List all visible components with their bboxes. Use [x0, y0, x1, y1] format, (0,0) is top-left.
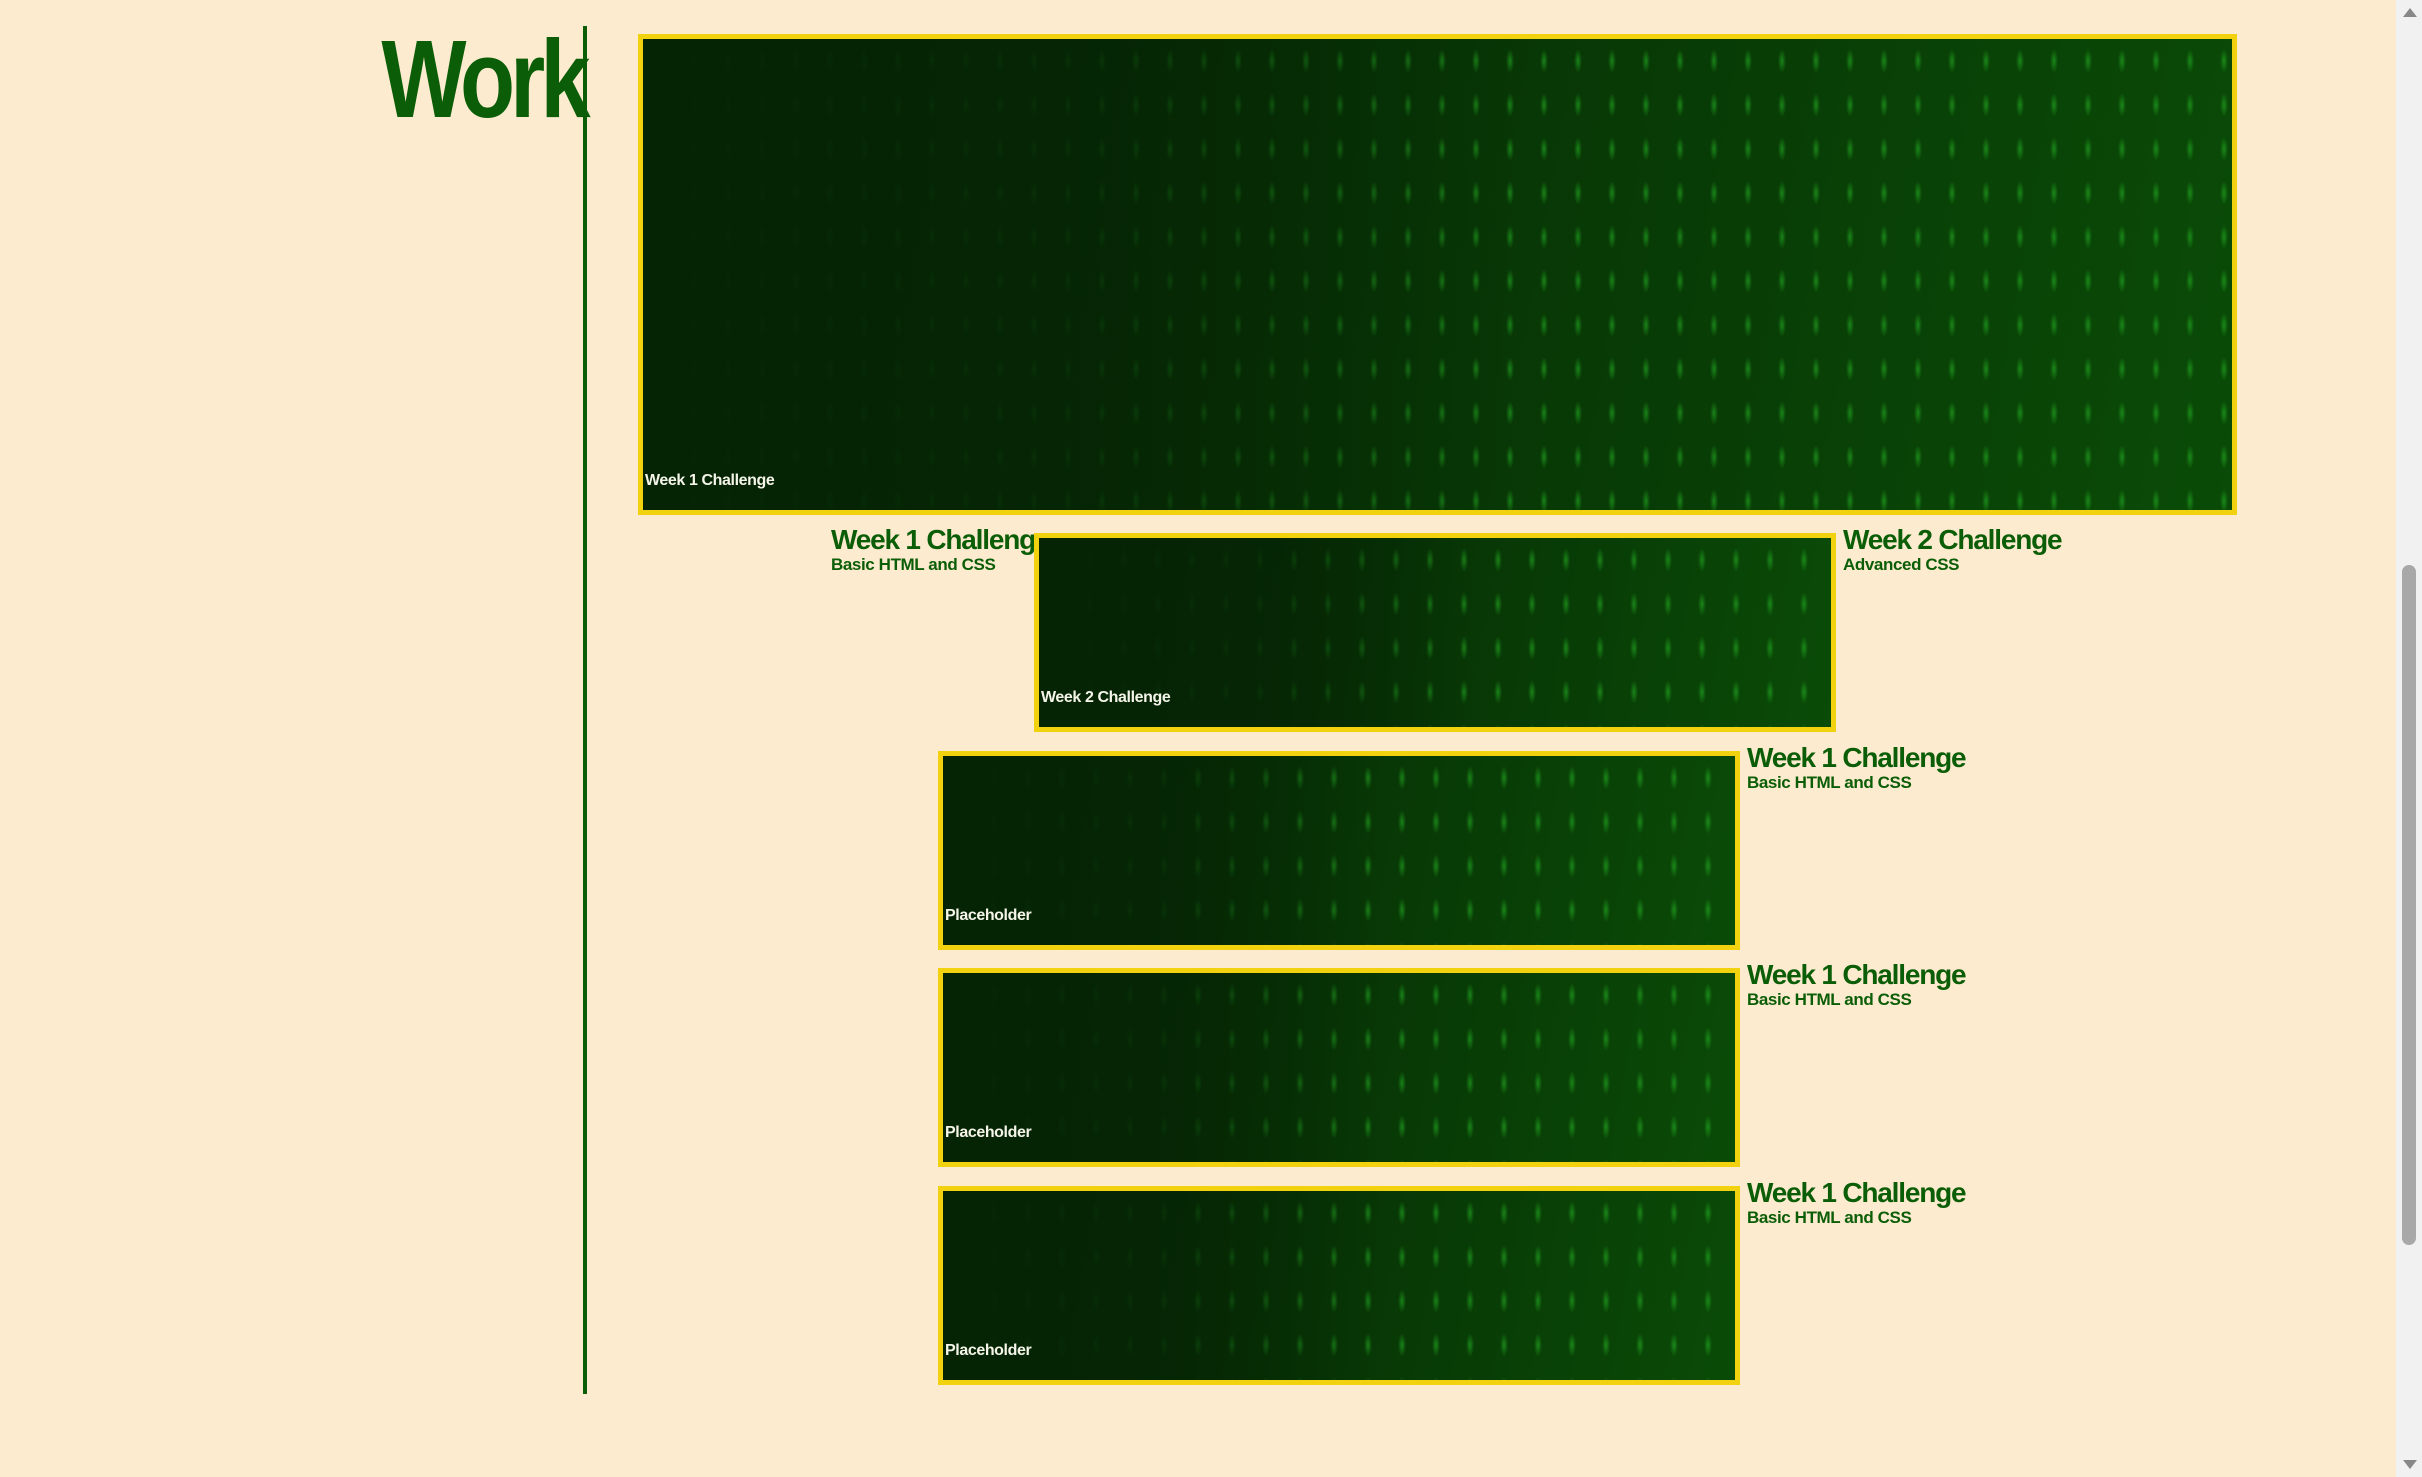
project-info-left: Week 1 Challenge Basic HTML and CSS [831, 524, 1051, 575]
card-caption: Week 1 Challenge [645, 472, 775, 489]
work-section: Work Week 1 Challenge Week 1 Challenge B… [0, 0, 2396, 1477]
card-caption: Placeholder [945, 1342, 1032, 1359]
scroll-up-arrow-icon[interactable] [2403, 8, 2417, 17]
project-card[interactable]: Placeholder [938, 968, 1740, 1167]
vertical-scrollbar[interactable] [2396, 0, 2422, 1477]
section-divider [583, 26, 587, 1394]
section-title: Work [381, 18, 590, 141]
card-caption: Placeholder [945, 907, 1032, 924]
project-card[interactable]: Placeholder [938, 751, 1740, 950]
scrollbar-thumb[interactable] [2402, 565, 2416, 1245]
project-info: Week 1 Challenge Basic HTML and CSS [1747, 742, 1967, 793]
project-title: Week 1 Challenge [1747, 1177, 1967, 1208]
project-info: Week 1 Challenge Basic HTML and CSS [1747, 959, 1967, 1010]
card-image [643, 39, 1517, 510]
project-subtitle: Advanced CSS [1843, 555, 1960, 574]
card-caption: Placeholder [945, 1124, 1032, 1141]
card-caption: Week 2 Challenge [1041, 689, 1171, 706]
project-info-right: Week 2 Challenge Advanced CSS [1843, 524, 2063, 575]
project-card[interactable]: Week 2 Challenge [1034, 533, 1836, 732]
project-subtitle: Basic HTML and CSS [1747, 990, 1912, 1009]
project-title: Week 1 Challenge [1747, 742, 1967, 773]
project-subtitle: Basic HTML and CSS [831, 555, 996, 574]
project-subtitle: Basic HTML and CSS [1747, 773, 1912, 792]
project-subtitle: Basic HTML and CSS [1747, 1208, 1912, 1227]
project-title: Week 1 Challenge [1747, 959, 1967, 990]
featured-project-card[interactable]: Week 1 Challenge [638, 34, 2237, 515]
project-title: Week 2 Challenge [1843, 524, 2063, 555]
project-info: Week 1 Challenge Basic HTML and CSS [1747, 1177, 1967, 1228]
project-card[interactable]: Placeholder [938, 1186, 1740, 1385]
project-title: Week 1 Challenge [831, 524, 1051, 555]
scroll-down-arrow-icon[interactable] [2403, 1460, 2417, 1469]
